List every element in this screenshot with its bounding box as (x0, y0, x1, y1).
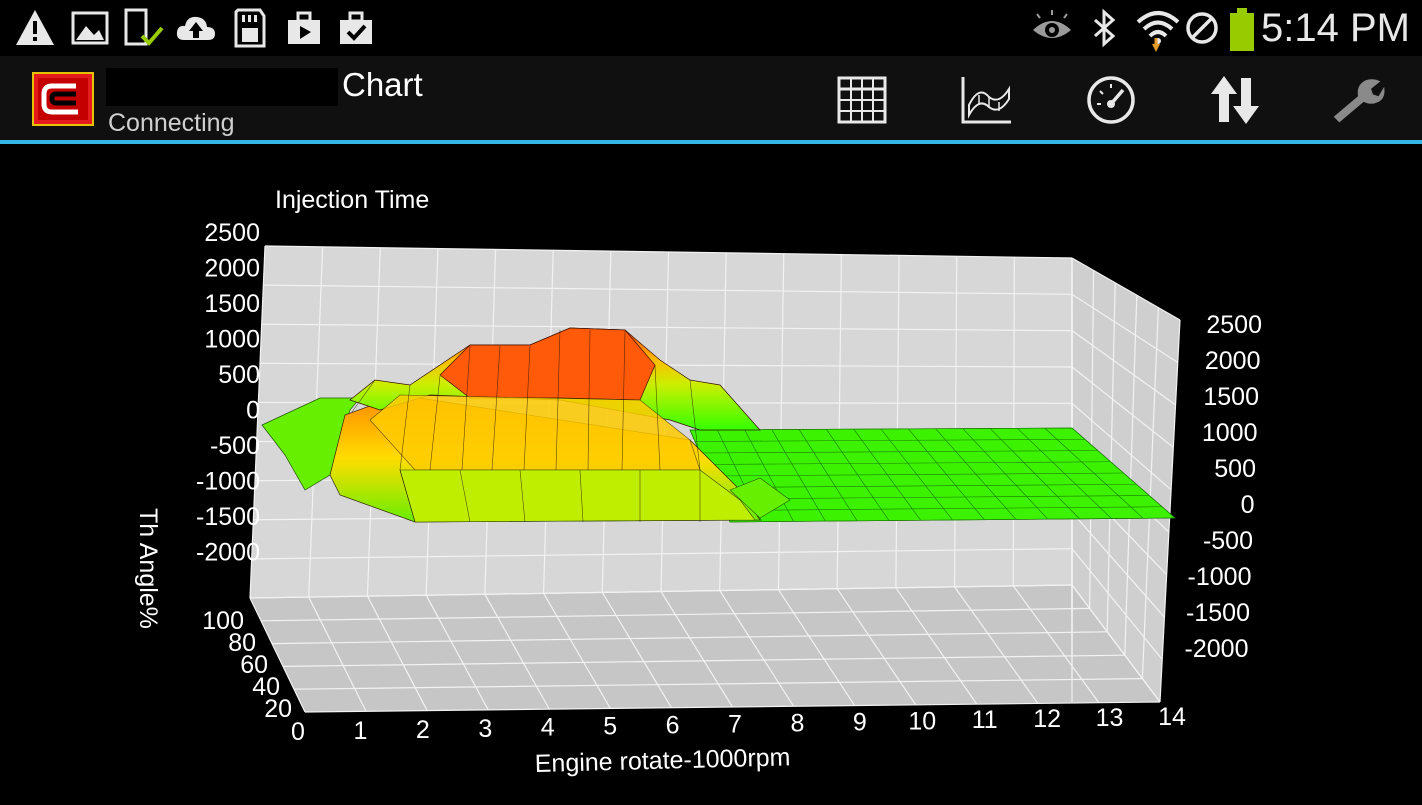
z-tick-label: 500 (218, 361, 260, 389)
gauge-icon (1087, 76, 1135, 124)
z-tick-label-right: -2000 (1185, 635, 1249, 663)
x-tick-label: 5 (603, 713, 617, 741)
z-tick-label-right: 500 (1214, 455, 1256, 483)
cloud-upload-icon (176, 16, 215, 40)
z-tick-label: 2500 (204, 219, 260, 247)
y-tick-label: 20 (264, 695, 292, 723)
chart-view-button[interactable] (958, 72, 1014, 128)
x-tick-label: 0 (291, 718, 305, 746)
z-tick-label: -1000 (196, 468, 260, 496)
z-tick-label: 2000 (204, 255, 260, 283)
z-tick-label-right: 2500 (1206, 311, 1262, 339)
y-axis-label: Th Angle% (134, 508, 162, 629)
eye-icon (1033, 10, 1071, 38)
surface-chart: Injection Time Engine rotate-1000rpm Th … (134, 186, 1262, 778)
x-tick-label: 7 (728, 711, 742, 739)
z-tick-label: -500 (210, 432, 260, 460)
warning-icon (16, 10, 54, 45)
z-tick-label-right: -1000 (1188, 563, 1252, 591)
sort-arrows-icon (1211, 76, 1259, 124)
x-tick-label: 8 (790, 709, 804, 737)
sd-card-icon (234, 8, 266, 48)
battery-icon (1230, 8, 1254, 51)
gauge-view-button[interactable] (1083, 72, 1139, 128)
x-tick-label: 14 (1158, 703, 1186, 731)
x-tick-label: 1 (353, 717, 367, 745)
floor (250, 585, 1160, 712)
z-tick-label-right: 1500 (1203, 383, 1259, 411)
app-logo-icon (32, 72, 94, 126)
x-tick-label: 2 (416, 716, 430, 744)
briefcase-check-icon (340, 11, 372, 44)
wifi-icon (1136, 11, 1180, 52)
x-tick-label: 9 (853, 708, 867, 736)
transfer-button[interactable] (1207, 72, 1263, 128)
chart-title: Injection Time (275, 186, 429, 214)
z-tick-label: -1500 (196, 503, 260, 531)
x-tick-label: 12 (1033, 705, 1061, 733)
no-sim-icon (1186, 12, 1218, 44)
z-tick-label-right: 0 (1241, 491, 1255, 519)
app-logo[interactable] (32, 72, 94, 126)
x-tick-label: 6 (666, 712, 680, 740)
x-tick-label: 13 (1096, 704, 1124, 732)
surface-chart-icon (961, 77, 1011, 124)
x-axis-label: Engine rotate-1000rpm (534, 743, 790, 778)
page-title: Chart (342, 66, 423, 103)
bluetooth-icon (1094, 8, 1116, 48)
wrench-icon (1333, 79, 1385, 123)
chart-area: Injection Time Engine rotate-1000rpm Th … (0, 144, 1422, 800)
z-tick-label-right: -500 (1203, 527, 1253, 555)
table-icon (837, 76, 887, 124)
x-tick-label: 11 (972, 706, 998, 734)
z-tick-label: 0 (246, 397, 260, 425)
connection-status: Connecting (108, 109, 235, 137)
z-tick-label: 1000 (204, 326, 260, 354)
z-tick-labels-left: 2500 2000 1500 1000 500 0 -500 -1000 -1500 -2000 (196, 219, 260, 567)
x-tick-label: 10 (908, 707, 936, 735)
device-name-box (106, 68, 338, 106)
z-tick-label-right: 1000 (1202, 419, 1258, 447)
surface-lower-band (399, 469, 756, 523)
device-check-icon (124, 8, 164, 46)
settings-button[interactable] (1330, 72, 1386, 128)
z-tick-label: -2000 (196, 539, 260, 567)
x-tick-label: 4 (541, 714, 555, 742)
clock: 5:14 PM (1261, 6, 1410, 50)
briefcase-play-icon (288, 11, 320, 44)
status-bar: 5:14 PM (0, 0, 1422, 56)
x-tick-label: 3 (478, 715, 492, 743)
z-tick-labels-right: 2500 2000 1500 1000 500 0 -500 -1000 -1500 -2000 (1185, 311, 1262, 663)
z-tick-label: 1500 (204, 290, 260, 318)
z-tick-label-right: 2000 (1205, 347, 1261, 375)
z-tick-label-right: -1500 (1186, 599, 1250, 627)
table-view-button[interactable] (834, 72, 890, 128)
image-icon (71, 11, 109, 45)
